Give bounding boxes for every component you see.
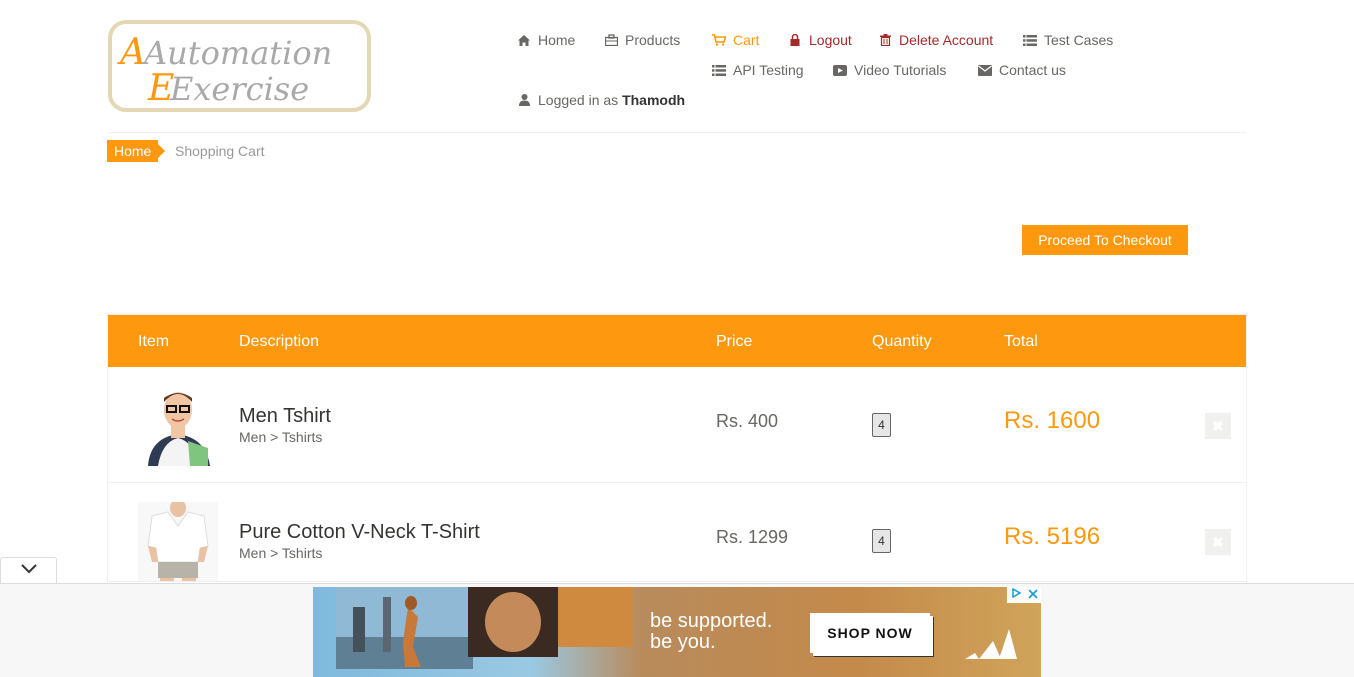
nav-delete-account[interactable]: Delete Account (878, 32, 993, 48)
nav-test-cases[interactable]: Test Cases (1023, 32, 1113, 48)
product-total: Rs. 5196 (1004, 523, 1101, 550)
breadcrumb-current: Shopping Cart (175, 143, 265, 159)
list-icon (1023, 33, 1037, 47)
trash-icon (878, 33, 892, 47)
ad-line1: be supported. (650, 610, 773, 632)
logo-line2: Exercise (169, 70, 309, 108)
cart-table-header: Item Description Price Quantity Total (108, 315, 1246, 367)
logo-line1: Automation (141, 34, 332, 72)
proceed-to-checkout-button[interactable]: Proceed To Checkout (1022, 225, 1188, 255)
logged-in-prefix: Logged in as (538, 92, 619, 108)
shopping-bag-icon (604, 33, 618, 47)
username: Thamodh (622, 92, 686, 108)
ad-photo (336, 587, 633, 669)
nav-contact-us[interactable]: Contact us (978, 62, 1066, 78)
nav-logout[interactable]: Logout (788, 32, 852, 48)
site-logo[interactable]: A Automation E Exercise (108, 20, 371, 112)
product-image-vneck-tshirt[interactable] (138, 502, 218, 581)
product-name[interactable]: Men Tshirt (239, 405, 331, 428)
white-tshirt-image (138, 502, 218, 581)
cart-icon (712, 33, 726, 47)
ad-collapse-tab[interactable] (0, 557, 57, 583)
ad-shop-now-button[interactable]: SHOP NOW (810, 613, 930, 653)
nav-test-cases-label: Test Cases (1044, 32, 1114, 48)
chevron-down-icon (20, 561, 38, 580)
home-icon (517, 33, 531, 47)
nav-api-testing[interactable]: API Testing (712, 62, 804, 78)
header-item: Item (138, 333, 170, 350)
product-price: Rs. 1299 (716, 527, 789, 547)
nav-api-testing-label: API Testing (733, 62, 804, 78)
nav-products[interactable]: Products (604, 32, 680, 48)
envelope-icon (978, 63, 992, 77)
cart-table: Item Description Price Quantity Total Me… (107, 314, 1247, 582)
table-row: Men Tshirt Men > Tshirts Rs. 400 4 Rs. 1… (108, 367, 1246, 483)
nav-logout-label: Logout (809, 32, 852, 48)
nav-products-label: Products (625, 32, 681, 48)
product-total: Rs. 1600 (1004, 407, 1101, 434)
svg-text:A: A (117, 32, 146, 73)
logged-in-status: Logged in as Thamodh (517, 92, 685, 108)
close-icon: ✖ (1212, 534, 1224, 550)
adidas-logo-icon (965, 627, 1017, 664)
logo-graphic: A Automation E Exercise (117, 32, 332, 108)
header-quantity: Quantity (872, 333, 932, 350)
user-icon (517, 93, 531, 107)
ad-banner[interactable]: be supported. be you. SHOP NOW (313, 587, 1041, 677)
nav-delete-account-label: Delete Account (899, 32, 994, 48)
product-name[interactable]: Pure Cotton V-Neck T-Shirt (239, 521, 480, 544)
ad-close-icon[interactable] (1024, 587, 1041, 603)
header-description: Description (239, 333, 320, 350)
product-price: Rs. 400 (716, 411, 779, 431)
man-portrait-image (138, 386, 218, 466)
ad-line2: be you. (650, 631, 716, 653)
product-quantity: 4 (872, 413, 891, 437)
delete-item-button[interactable]: ✖ (1205, 529, 1231, 555)
close-icon: ✖ (1212, 418, 1224, 434)
lock-icon (788, 33, 802, 47)
nav-cart[interactable]: Cart (712, 32, 759, 48)
product-image-men-tshirt[interactable] (138, 386, 218, 466)
nav-cart-label: Cart (733, 32, 760, 48)
header-price: Price (716, 333, 753, 350)
breadcrumb-home[interactable]: Home (107, 140, 166, 162)
ad-choices-icon[interactable] (1007, 587, 1024, 603)
nav-home-label: Home (538, 32, 576, 48)
video-play-icon (833, 63, 847, 77)
nav-home[interactable]: Home (517, 32, 575, 48)
nav-contact-us-label: Contact us (999, 62, 1066, 78)
ad-tagline: be supported. be you. (650, 611, 772, 653)
nav-video-tutorials-label: Video Tutorials (854, 62, 947, 78)
product-category: Men > Tshirts (239, 429, 323, 445)
header-divider (108, 132, 1246, 133)
nav-video-tutorials[interactable]: Video Tutorials (833, 62, 946, 78)
header-total: Total (1004, 333, 1038, 350)
product-category: Men > Tshirts (239, 545, 323, 561)
delete-item-button[interactable]: ✖ (1205, 413, 1231, 439)
table-row: Pure Cotton V-Neck T-Shirt Men > Tshirts… (108, 483, 1246, 581)
list-icon (712, 63, 726, 77)
product-quantity: 4 (872, 529, 891, 553)
